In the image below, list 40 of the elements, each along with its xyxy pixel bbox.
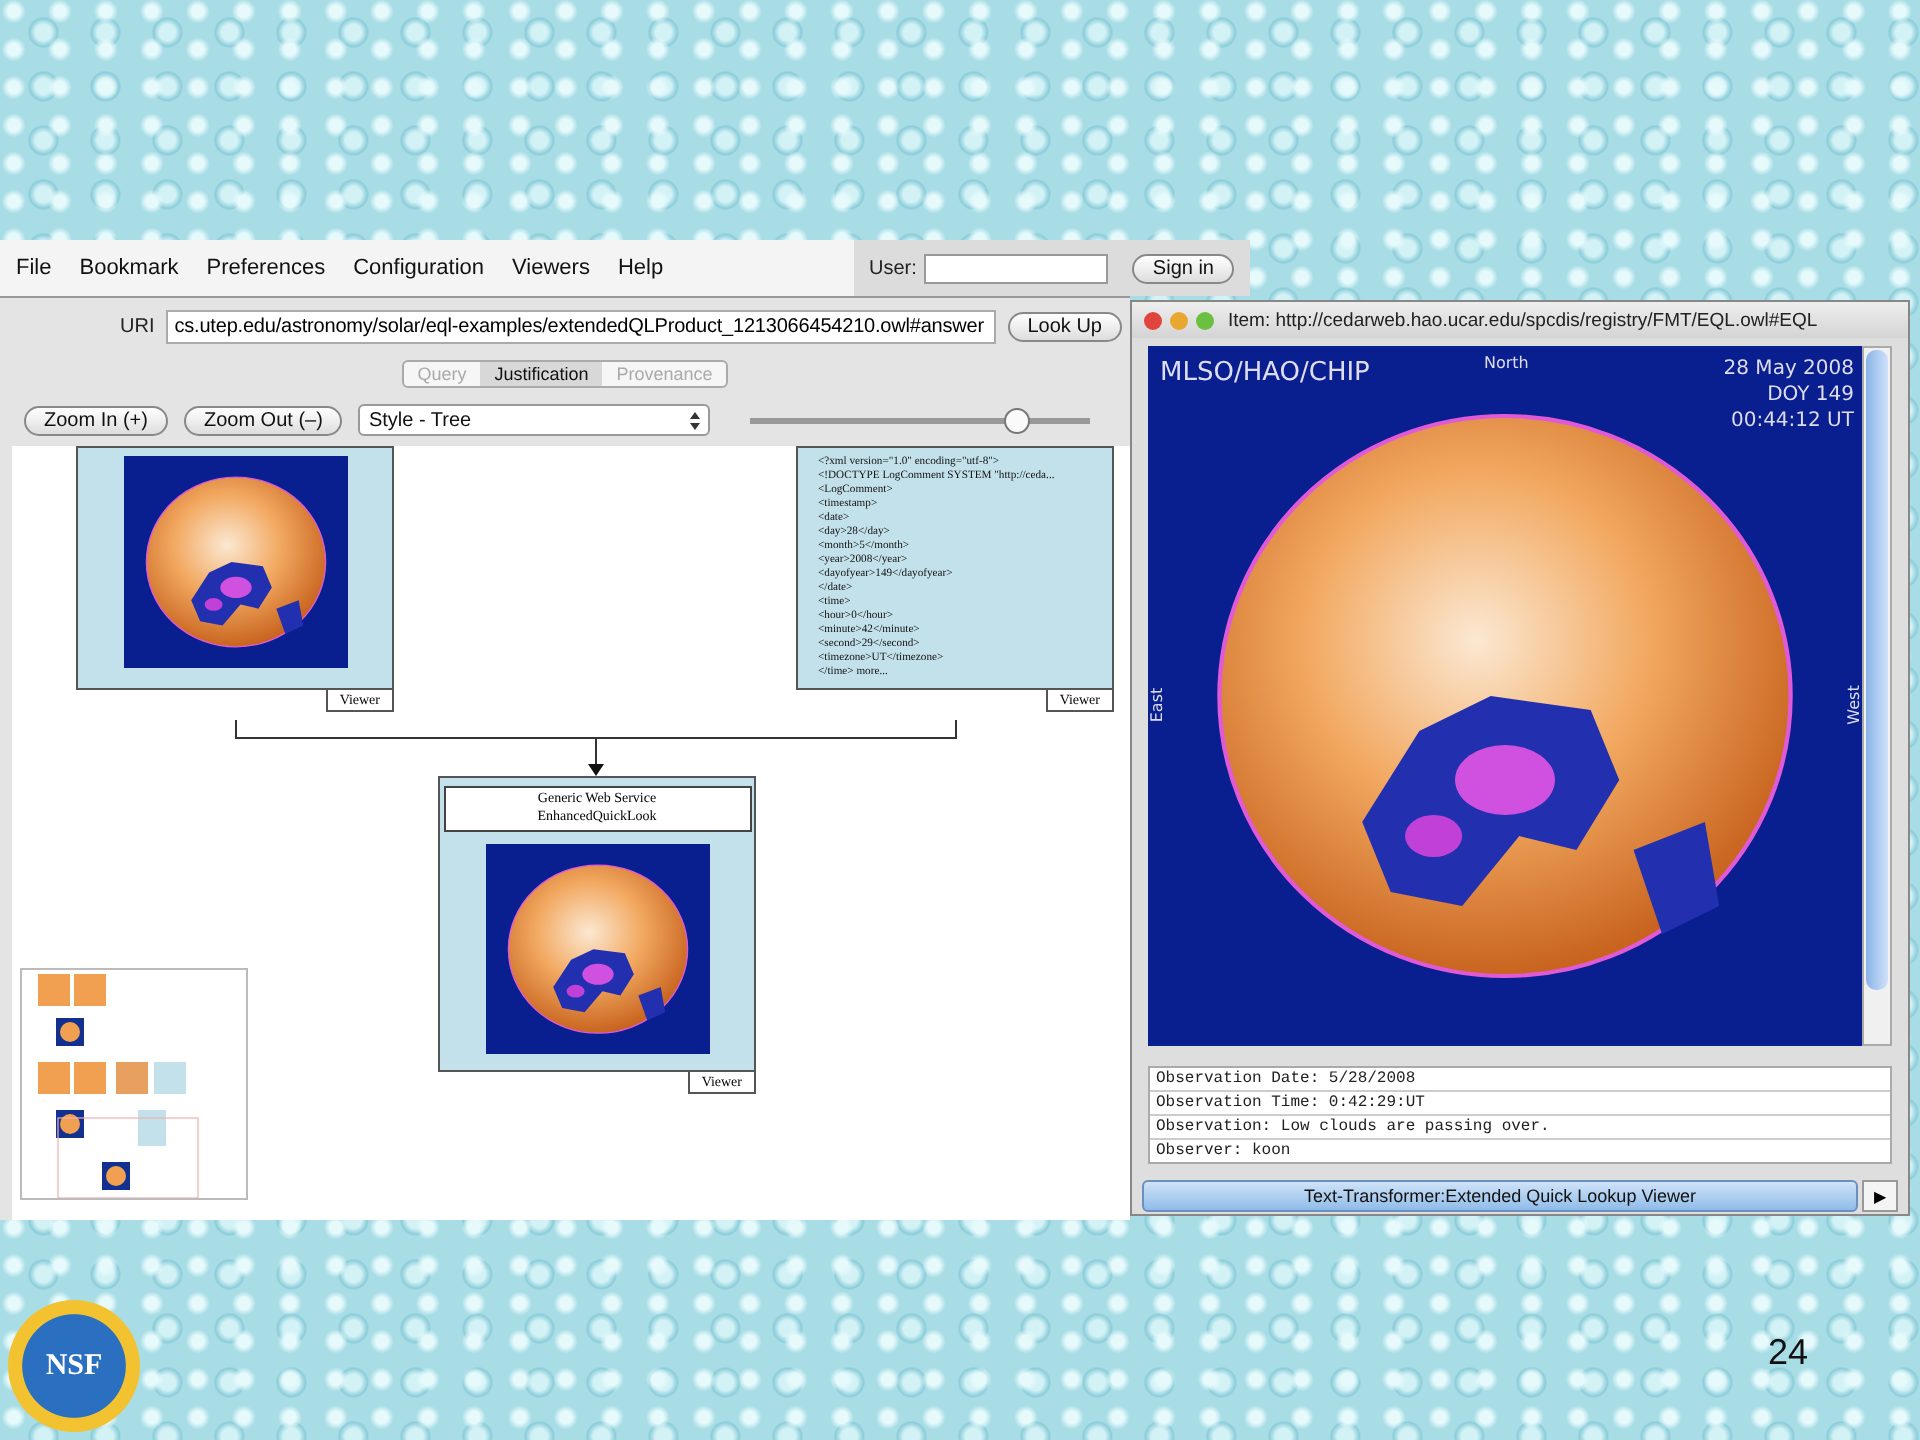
updown-caret-icon — [690, 411, 701, 429]
info-field: Observation Date: 5/28/2008 — [1150, 1068, 1890, 1090]
minimap-drawing[interactable] — [20, 968, 248, 1200]
graph-node[interactable] — [76, 446, 394, 690]
info-field: Observer: koon — [1150, 1140, 1890, 1162]
image-caption: East — [1148, 687, 1167, 723]
uri-field[interactable]: cs.utep.edu/astronomy/solar/eql-examples/extendedQLProduct_1213066454210.owl#answer — [166, 309, 996, 343]
slider-thumb[interactable] — [1004, 407, 1031, 433]
menu-item[interactable]: Preferences — [206, 256, 326, 280]
look-up-button[interactable]: Look Up — [1007, 311, 1122, 341]
arrow-button[interactable]: ▶ — [1862, 1180, 1898, 1212]
image-caption: MLSO/HAO/CHIP — [1160, 358, 1370, 388]
user-field[interactable] — [924, 253, 1109, 283]
tab[interactable]: Justification — [480, 362, 603, 386]
image-caption: DOY 149 — [1767, 384, 1854, 406]
menu-item[interactable]: Viewers — [512, 256, 590, 280]
image-caption: 00:44:12 UT — [1730, 410, 1854, 432]
slide-number: 24 — [1767, 1332, 1808, 1374]
sign-in-button[interactable]: Sign in — [1132, 253, 1234, 283]
menu-item[interactable]: File — [16, 256, 52, 280]
scrollbar[interactable] — [1862, 346, 1892, 1046]
logo: NSF — [8, 1300, 140, 1432]
style-dropdown[interactable]: Style - Tree — [358, 404, 711, 436]
viewer-select-button[interactable]: Text-Transformer:Extended Quick Lookup Viewer — [1142, 1180, 1858, 1212]
zoom-out-button[interactable]: Zoom Out (–) — [183, 405, 343, 435]
close-icon[interactable] — [1144, 311, 1162, 329]
menu-item[interactable]: Configuration — [353, 256, 485, 280]
menu-item[interactable]: Bookmark — [79, 256, 179, 280]
zoom-icon[interactable] — [1196, 311, 1214, 329]
info-field: Observation: Low clouds are passing over. — [1150, 1116, 1890, 1138]
image-caption: North — [1484, 354, 1529, 372]
image-caption: West — [1845, 685, 1864, 725]
menu-item[interactable]: Help — [617, 256, 664, 280]
graph-node[interactable] — [796, 446, 1114, 690]
user-label: User: — [869, 257, 917, 279]
zoom-in-button[interactable]: Zoom In (+) — [24, 405, 168, 435]
image-caption: 28 May 2008 — [1723, 358, 1854, 380]
window-title: Item: http://cedarweb.hao.ucar.edu/spcdis/registry/FMT/EQL.owl#EQL — [1228, 309, 1818, 331]
info-field: Observation Time: 0:42:29:UT — [1150, 1092, 1890, 1114]
uri-label: URI — [120, 315, 155, 337]
